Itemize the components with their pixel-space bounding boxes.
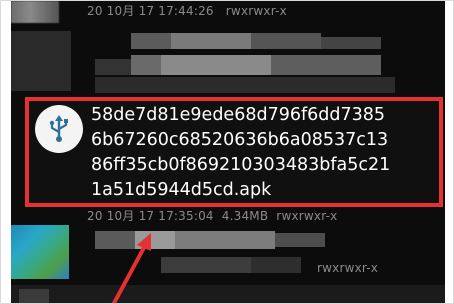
file-name-line: 58de7d81e9ede68d796f6dd7385 — [91, 105, 386, 125]
blurred-text — [161, 257, 251, 273]
highlighted-file-item[interactable]: 58de7d81e9ede68d796f6dd7385 6b67260c6852… — [25, 97, 443, 207]
blurred-text — [251, 33, 321, 49]
blurred-text — [271, 55, 381, 75]
blurred-text — [19, 289, 49, 303]
blurred-file-icon — [11, 1, 59, 23]
file-name-line: 86ff35cb0f869210303483bfa5c21 — [91, 155, 391, 175]
file-meta: 20 10月 17 17:44:26 rwxrwxr-x — [87, 4, 287, 18]
blurred-text — [135, 231, 175, 249]
blurred-thumbnail — [11, 225, 69, 279]
blurred-text — [275, 233, 325, 247]
usb-icon — [35, 105, 83, 153]
blurred-text — [171, 33, 251, 49]
blurred-text — [161, 55, 271, 75]
blurred-text — [131, 33, 171, 49]
blurred-thumbnail — [11, 31, 71, 91]
file-meta: 20 10月 17 17:35:04 4.34MB rwxrwxr-x — [87, 209, 338, 223]
screenshot-frame: 20 10月 17 17:44:26 rwxrwxr-x 58de7d81e9e… — [0, 0, 454, 304]
blurred-text — [175, 231, 275, 249]
blurred-text — [95, 77, 395, 93]
blurred-text — [321, 37, 381, 49]
file-name-line: 1a51d5944d5cd.apk — [91, 180, 272, 200]
file-list: 20 10月 17 17:44:26 rwxrwxr-x 58de7d81e9e… — [11, 1, 445, 303]
blurred-text — [95, 231, 135, 249]
file-name-line: 6b67260c68520636b6a08537c13 — [91, 130, 389, 150]
blurred-list-item[interactable] — [11, 285, 445, 303]
file-meta: rwxrwxr-x — [317, 261, 379, 275]
file-name: 58de7d81e9ede68d796f6dd7385 6b67260c6852… — [91, 103, 443, 203]
blurred-text — [131, 55, 161, 75]
blurred-text — [251, 257, 301, 273]
blurred-list-item[interactable] — [11, 25, 445, 97]
file-list-item[interactable]: 20 10月 17 17:44:26 rwxrwxr-x — [11, 1, 445, 25]
blurred-text — [95, 59, 131, 75]
